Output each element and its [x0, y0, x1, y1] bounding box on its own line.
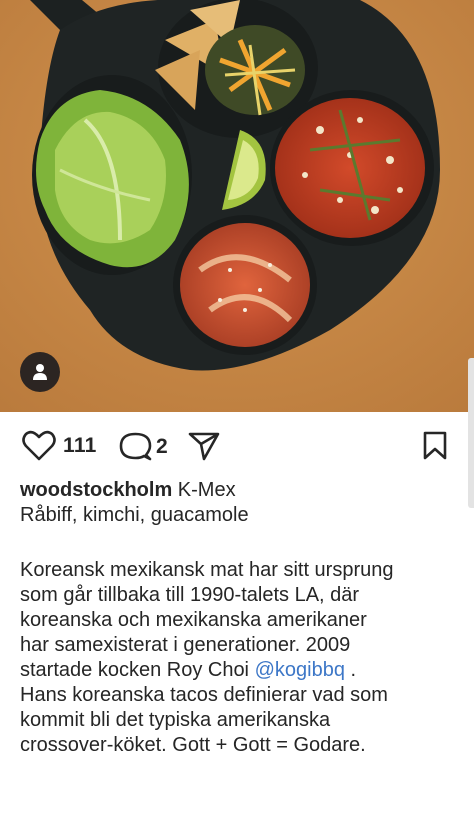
author-username[interactable]: woodstockholm	[20, 479, 172, 501]
food-photo	[0, 0, 474, 412]
mention-link[interactable]: @kogibbq	[255, 659, 345, 681]
caption-text: startade kocken Roy Choi	[20, 659, 250, 681]
caption-text: .	[350, 659, 357, 681]
caption-line: startade kocken Roy Choi @kogibbq .	[20, 658, 460, 683]
heart-icon	[22, 430, 56, 461]
caption-line: Koreansk mexikansk mat har sitt ursprung	[20, 559, 394, 581]
caption-line: har samexisterat i generationer. 2009	[20, 634, 351, 656]
likes-count[interactable]: 111	[63, 434, 97, 458]
post-image[interactable]	[0, 0, 474, 412]
save-button[interactable]	[423, 431, 447, 460]
like-button[interactable]: 111	[22, 430, 97, 461]
comment-button[interactable]: 2	[119, 430, 168, 463]
caption-line: koreanska och mexikanska amerikaner	[20, 609, 367, 631]
caption-header: woodstockholm K-Mex	[20, 478, 460, 503]
paper-plane-icon	[188, 432, 220, 461]
caption-subtitle: Råbiff, kimchi, guacamole	[20, 504, 249, 526]
comments-count[interactable]: 2	[156, 435, 168, 459]
post-caption: woodstockholm K-Mex Råbiff, kimchi, guac…	[20, 478, 460, 758]
caption-line: Hans koreanska tacos definierar vad som	[20, 684, 388, 706]
user-tag-icon	[33, 364, 47, 380]
caption-line: som går tillbaka till 1990-talets LA, dä…	[20, 584, 360, 606]
caption-title: K-Mex	[177, 479, 236, 501]
post-actions: 111 2	[0, 412, 474, 478]
comment-bubble-icon	[119, 432, 152, 461]
tagged-users-button[interactable]	[20, 352, 60, 392]
caption-line: crossover-köket. Gott + Gott = Godare.	[20, 734, 366, 756]
share-button[interactable]	[188, 431, 220, 461]
caption-line: kommit bli det typiska amerikanska	[20, 709, 331, 731]
bookmark-icon	[423, 431, 447, 460]
